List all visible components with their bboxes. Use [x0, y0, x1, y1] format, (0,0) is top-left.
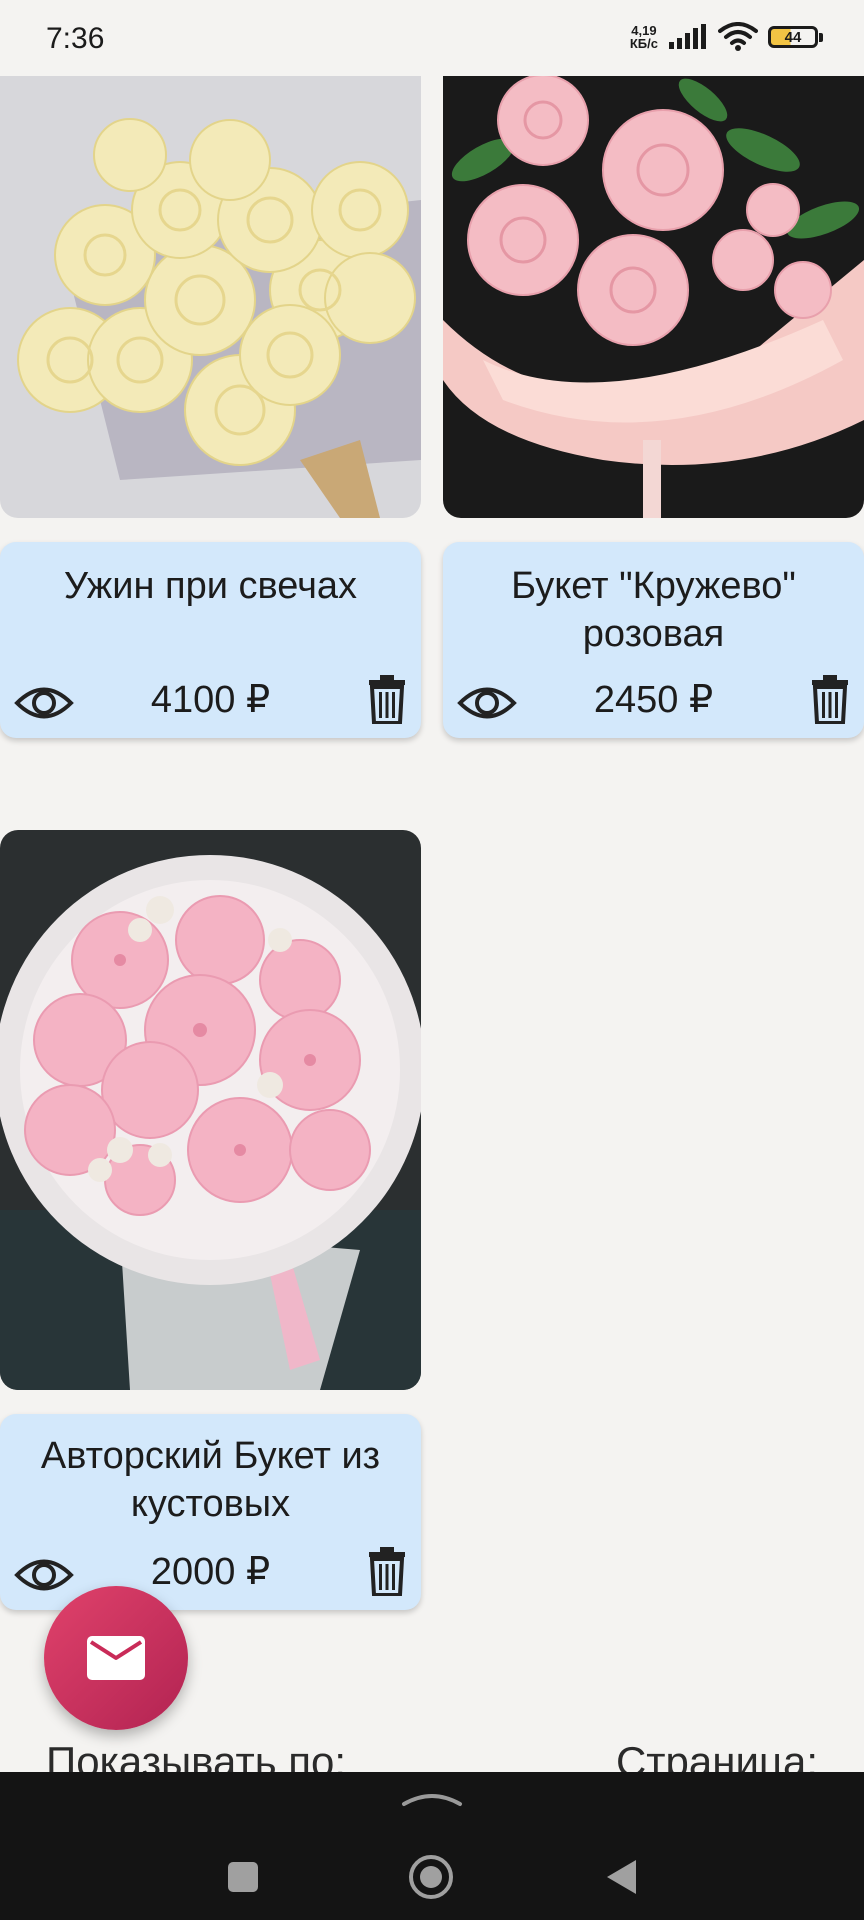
- product-title: Авторский Букет из кустовых: [40, 1435, 381, 1525]
- navigation-bar: [0, 1772, 864, 1920]
- wifi-icon: [718, 22, 758, 51]
- back-triangle-icon: [607, 1860, 636, 1894]
- network-speed-unit: КБ/с: [629, 36, 658, 51]
- status-icons: 4,19 КБ/с 44: [630, 22, 823, 52]
- mail-fab-button[interactable]: [44, 1586, 188, 1730]
- home-circle-icon: [409, 1855, 453, 1899]
- status-time: 7:36: [46, 22, 105, 55]
- product-title: Букет "Кружево" розовая: [511, 565, 796, 655]
- product-image[interactable]: [443, 60, 864, 518]
- product-photo: [0, 830, 421, 1390]
- battery-icon: 44: [768, 26, 823, 48]
- battery-level: 44: [784, 28, 802, 46]
- chevron-up-icon[interactable]: [400, 1786, 464, 1808]
- eye-icon[interactable]: [14, 682, 74, 724]
- network-speed: 4,19 КБ/с: [630, 24, 658, 50]
- trash-icon[interactable]: [810, 674, 850, 725]
- signal-icon: [669, 24, 706, 49]
- product-image[interactable]: [0, 830, 421, 1390]
- product-image[interactable]: [0, 60, 421, 518]
- square-icon: [228, 1862, 258, 1892]
- back-button[interactable]: [596, 1852, 646, 1902]
- eye-icon[interactable]: [14, 1554, 74, 1596]
- trash-icon[interactable]: [367, 674, 407, 725]
- trash-icon[interactable]: [367, 1546, 407, 1597]
- product-card[interactable]: Букет "Кружево" розовая 2450 ₽: [443, 542, 864, 738]
- status-bar: 7:36 4,19 КБ/с 44: [0, 0, 864, 76]
- screen: 7:36 4,19 КБ/с 44 Ужин при свечах 4100 ₽…: [0, 0, 864, 1920]
- product-card[interactable]: Ужин при свечах 4100 ₽: [0, 542, 421, 738]
- home-button[interactable]: [406, 1852, 456, 1902]
- product-photo: [443, 60, 864, 518]
- mail-icon: [87, 1636, 145, 1680]
- product-title: Ужин при свечах: [63, 565, 358, 607]
- eye-icon[interactable]: [457, 682, 517, 724]
- recents-button[interactable]: [218, 1852, 268, 1902]
- product-photo: [0, 60, 421, 518]
- product-card[interactable]: Авторский Букет из кустовых 2000 ₽: [0, 1414, 421, 1610]
